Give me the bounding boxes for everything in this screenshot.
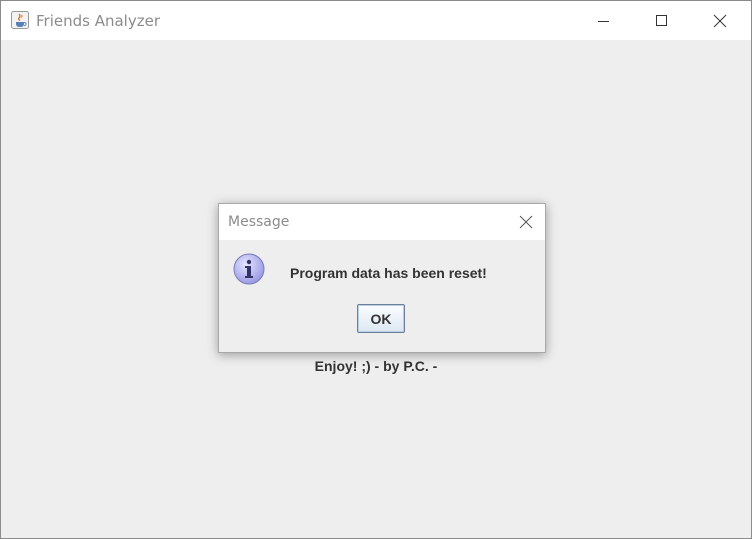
close-button[interactable] [691,1,749,40]
info-icon [233,253,265,285]
dialog-message: Program data has been reset! [290,265,487,281]
ok-button[interactable]: OK [357,304,405,333]
dialog-title: Message [228,214,290,230]
java-app-icon[interactable] [11,11,29,29]
message-dialog: Message Program data has been reset! OK [218,203,546,353]
maximize-button[interactable] [633,1,691,40]
dialog-titlebar[interactable]: Message [219,204,545,240]
credits-label: Enjoy! ;) - by P.C. - [314,358,438,374]
close-icon [713,14,727,27]
close-icon [519,215,533,229]
maximize-icon [656,14,667,26]
window-titlebar[interactable]: Friends Analyzer [1,1,751,40]
window-title: Friends Analyzer [36,12,160,30]
dialog-close-button[interactable] [507,204,545,240]
minimize-icon [598,20,609,22]
minimize-button[interactable] [575,1,633,40]
